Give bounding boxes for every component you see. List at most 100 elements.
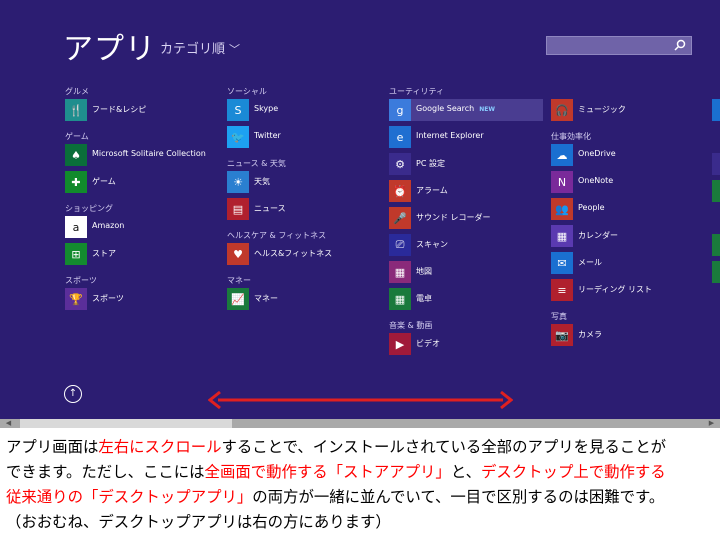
app-tile[interactable]: ▶ ビデオ xyxy=(389,333,549,355)
camera-icon: 📷 xyxy=(551,324,573,346)
app-name-text: マネー xyxy=(254,294,278,303)
app-tile[interactable]: ▦ 地図 xyxy=(389,261,549,283)
scroll-left-icon[interactable]: ◀ xyxy=(4,419,13,428)
twitter-icon: 🐦 xyxy=(227,126,249,148)
app-tile[interactable]: 🍴 フード&レシピ xyxy=(65,99,225,121)
search-icon[interactable] xyxy=(673,38,687,52)
headphones-icon: 🎧 xyxy=(551,99,573,121)
app-name: アラーム xyxy=(416,185,448,196)
trophy-icon: 🏆 xyxy=(65,288,87,310)
cards-icon: ♠ xyxy=(65,144,87,166)
ie-icon: e xyxy=(389,126,411,148)
cloud-icon: ☁ xyxy=(551,144,573,166)
app-tile[interactable]: ≡ リーディング リスト xyxy=(551,279,711,301)
group-label: ユーティリティ xyxy=(389,87,445,96)
app-name: Internet Explorer xyxy=(416,131,484,140)
onenote-icon: N xyxy=(551,171,573,193)
app-name-text: 電卓 xyxy=(416,294,432,303)
app-tile[interactable]: ▦ 電卓 xyxy=(389,288,549,310)
app-tile[interactable]: ⚙ PC 設定 xyxy=(389,153,549,175)
app-tile[interactable]: ✉ メール xyxy=(551,252,711,274)
app-tile[interactable]: e Internet Explorer xyxy=(389,126,549,148)
app-name: Skype xyxy=(254,104,278,113)
app-tile[interactable]: ⊞ ストア xyxy=(65,243,225,265)
caption-line: 従来通りの「デスクトップアプリ」の両方が一緒に並んでいて、一目で区別するのは困難… xyxy=(6,485,718,510)
app-name-text: スキャン xyxy=(416,240,448,249)
app-tile[interactable]: ✚ ゲーム xyxy=(65,171,225,193)
app-name: 電卓 xyxy=(416,293,432,304)
app-name: サウンド レコーダー xyxy=(416,212,491,223)
scrollbar-thumb[interactable] xyxy=(20,419,232,428)
app-tile[interactable]: a Amazon xyxy=(65,216,225,238)
scroll-right-icon[interactable]: ▶ xyxy=(707,419,716,428)
mail-icon: ✉ xyxy=(551,252,573,274)
app-name-text: メール xyxy=(578,258,602,267)
calculator-icon: ▦ xyxy=(389,288,411,310)
people-icon: 👥 xyxy=(551,198,573,220)
app-name: ゲーム xyxy=(92,176,116,187)
app-name: Google Search NEW xyxy=(416,104,495,113)
gear-icon: ⚙ xyxy=(389,153,411,175)
start-apps-screen: アプリ カテゴリ順 ﹀ グルメ 🍴 フード&レシピ ゲーム ♠ Microsoft Soli… xyxy=(0,0,720,428)
app-tile[interactable]: 🎤 サウンド レコーダー xyxy=(389,207,549,229)
app-name-text: リーディング リスト xyxy=(578,285,652,294)
app-name: Microsoft Solitaire Collection xyxy=(92,149,206,158)
app-name: メール xyxy=(578,257,602,268)
app-name-text: Skype xyxy=(254,104,279,113)
app-name-text: 地図 xyxy=(416,267,432,276)
scan-icon: ⎚ xyxy=(389,234,411,256)
app-tile[interactable]: ⏰ アラーム xyxy=(389,180,549,202)
horizontal-scrollbar[interactable]: ◀ ▶ xyxy=(0,419,720,428)
weather-icon: ☀ xyxy=(227,171,249,193)
app-name: ミュージック xyxy=(578,104,626,115)
app-name-text: PC 設定 xyxy=(416,159,445,168)
news-icon: ▤ xyxy=(227,198,249,220)
app-tile[interactable]: 👥 People xyxy=(551,198,711,220)
app-tile[interactable]: 🏆 スポーツ xyxy=(65,288,225,310)
app-name-text: ゲーム xyxy=(92,177,116,186)
app-tile[interactable]: ☁ OneDrive xyxy=(551,144,711,166)
app-name-text: ビデオ xyxy=(416,339,440,348)
sort-label: カテゴリ順 xyxy=(160,42,226,57)
app-tile[interactable]: N OneNote xyxy=(551,171,711,193)
search-input[interactable] xyxy=(546,36,692,55)
caption-line: アプリ画面は左右にスクロールすることで、インストールされている全部のアプリを見る… xyxy=(6,435,718,460)
app-name-text: OneNote xyxy=(578,176,614,185)
app-name: OneNote xyxy=(578,176,613,185)
group-label: スポーツ xyxy=(65,276,97,285)
app-tile[interactable]: 📷 カメラ xyxy=(551,324,711,346)
alarm-icon: ⏰ xyxy=(389,180,411,202)
caption-line: できます。ただし、ここには全画面で動作する「ストアアプリ」と、デスクトップ上で動… xyxy=(6,460,718,485)
page-title: アプリ xyxy=(63,32,156,67)
caption-emphasis: 左右にスクロール xyxy=(98,438,222,456)
app-name: カメラ xyxy=(578,329,602,340)
app-tile[interactable]: 🎧 ミュージック xyxy=(551,99,711,121)
app-name: People xyxy=(578,203,605,212)
scroll-up-button[interactable]: ↑ xyxy=(64,385,82,403)
app-tile[interactable]: 📈 マネー xyxy=(227,288,387,310)
group-label: 仕事効率化 xyxy=(551,132,591,141)
caption-line: （おおむね、デスクトップアプリは右の方にあります） xyxy=(6,510,718,535)
app-tile[interactable]: ⎚ スキャン xyxy=(389,234,549,256)
group-label: ソーシャル xyxy=(227,87,267,96)
app-tile[interactable]: S Skype xyxy=(227,99,387,121)
app-tile[interactable]: ♥ ヘルス&フィットネス xyxy=(227,243,387,265)
calendar-icon: ▦ xyxy=(551,225,573,247)
app-name-text: スポーツ xyxy=(92,294,124,303)
app-tile[interactable]: 🐦 Twitter xyxy=(227,126,387,148)
caption-emphasis: 従来通りの「デスクトップアプリ」 xyxy=(6,488,253,506)
app-tile[interactable]: ☀ 天気 xyxy=(227,171,387,193)
app-tile[interactable]: ♠ Microsoft Solitaire Collection xyxy=(65,144,225,166)
app-name-text: ヘルス&フィットネス xyxy=(254,249,333,258)
mic-icon: 🎤 xyxy=(389,207,411,229)
app-name-text: Google Search xyxy=(416,104,475,113)
sort-dropdown[interactable]: カテゴリ順 ﹀ xyxy=(160,38,240,57)
amazon-icon: a xyxy=(65,216,87,238)
app-tile[interactable]: g Google Search NEW xyxy=(389,99,543,121)
app-tile[interactable]: ▦ カレンダー xyxy=(551,225,711,247)
app-name-text: ニュース xyxy=(254,204,286,213)
app-tile[interactable]: ▤ ニュース xyxy=(227,198,387,220)
app-name: ストア xyxy=(92,248,116,259)
app-name-text: Internet Explorer xyxy=(416,131,484,140)
double-arrow-annotation xyxy=(208,390,513,410)
